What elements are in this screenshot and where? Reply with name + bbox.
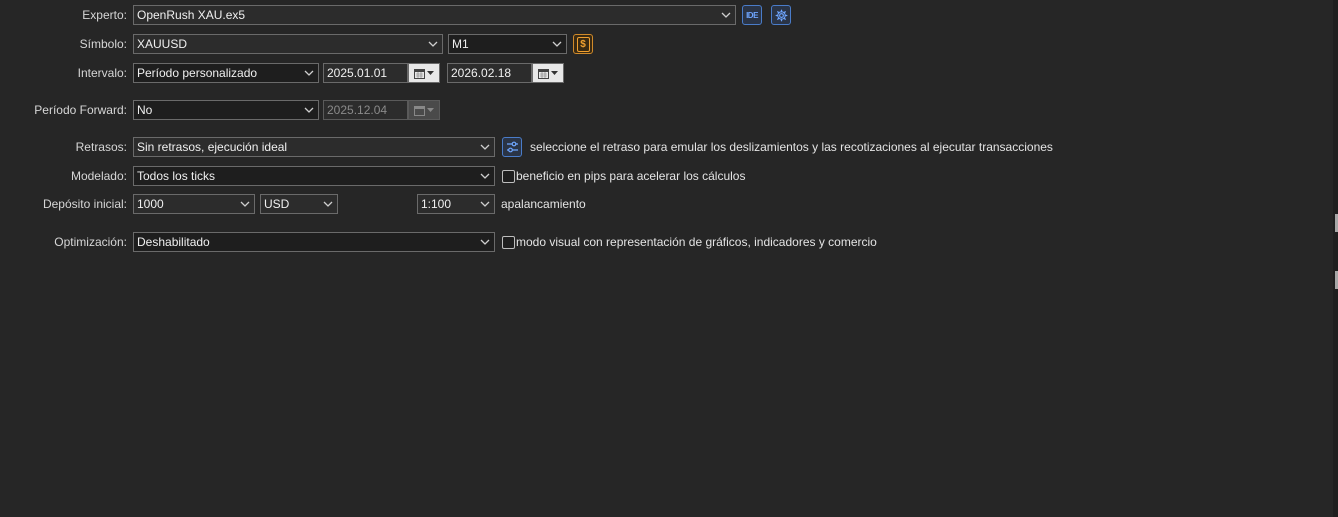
deposit-select[interactable]: 1000 xyxy=(133,194,255,214)
visual-mode-checkbox-label: modo visual con representación de gráfic… xyxy=(516,235,877,249)
symbol-label: Símbolo: xyxy=(79,37,127,51)
forward-date-input: 2025.12.04 xyxy=(323,100,408,120)
interval-to-input[interactable]: 2026.02.18 xyxy=(447,63,532,83)
chevron-down-icon xyxy=(236,195,254,213)
leverage-select[interactable]: 1:100 xyxy=(417,194,495,214)
visual-mode-checkbox[interactable] xyxy=(502,236,515,249)
currency-value: USD xyxy=(264,197,290,211)
modeling-label: Modelado: xyxy=(70,169,127,183)
optimization-label: Optimización: xyxy=(54,235,127,249)
timeframe-select[interactable]: M1 xyxy=(448,34,567,54)
delays-hint: seleccione el retraso para emular los de… xyxy=(530,140,1053,154)
chevron-down-icon xyxy=(717,6,735,24)
delays-label: Retrasos: xyxy=(75,140,127,154)
sliders-icon xyxy=(506,141,518,153)
ide-button[interactable]: IDE xyxy=(742,5,762,25)
coin-icon: $ xyxy=(576,36,590,52)
optimization-select[interactable]: Deshabilitado xyxy=(133,232,495,252)
expert-settings-button[interactable] xyxy=(771,5,791,25)
interval-select[interactable]: Período personalizado xyxy=(133,63,319,83)
delays-value: Sin retrasos, ejecución ideal xyxy=(137,140,288,154)
modeling-select[interactable]: Todos los ticks xyxy=(133,166,495,186)
forward-calendar-button xyxy=(408,100,440,120)
leverage-label: apalancamiento xyxy=(501,197,586,211)
forward-date-value: 2025.12.04 xyxy=(327,103,388,117)
delays-select[interactable]: Sin retrasos, ejecución ideal xyxy=(133,137,495,157)
pips-profit-checkbox[interactable] xyxy=(502,170,515,183)
chevron-down-icon xyxy=(300,64,318,82)
calendar-icon xyxy=(414,105,425,116)
ide-icon: IDE xyxy=(746,10,758,20)
right-panel-edge xyxy=(1333,0,1338,517)
symbol-properties-button[interactable]: $ xyxy=(573,34,593,54)
pips-profit-checkbox-label: beneficio en pips para acelerar los cálc… xyxy=(516,169,746,183)
chevron-down-icon xyxy=(427,108,434,112)
expert-value: OpenRush XAU.ex5 xyxy=(137,8,246,22)
forward-label: Período Forward: xyxy=(34,103,127,117)
currency-select[interactable]: USD xyxy=(260,194,338,214)
interval-from-input[interactable]: 2025.01.01 xyxy=(323,63,408,83)
interval-from-value: 2025.01.01 xyxy=(327,66,388,80)
chevron-down-icon xyxy=(319,195,337,213)
timeframe-value: M1 xyxy=(452,37,469,51)
interval-to-value: 2026.02.18 xyxy=(451,66,512,80)
interval-from-calendar-button[interactable] xyxy=(408,63,440,83)
interval-value: Período personalizado xyxy=(137,66,258,80)
expert-label: Experto: xyxy=(82,8,127,22)
chevron-down-icon xyxy=(476,138,494,156)
calendar-icon xyxy=(414,68,425,79)
gear-icon xyxy=(775,9,787,21)
forward-value: No xyxy=(137,103,153,117)
chevron-down-icon xyxy=(424,35,442,53)
leverage-value: 1:100 xyxy=(421,197,452,211)
forward-select[interactable]: No xyxy=(133,100,319,120)
chevron-down-icon xyxy=(476,167,494,185)
optimization-value: Deshabilitado xyxy=(137,235,210,249)
chevron-down-icon xyxy=(427,71,434,75)
interval-to-calendar-button[interactable] xyxy=(532,63,564,83)
chevron-down-icon xyxy=(551,71,558,75)
chevron-down-icon xyxy=(476,195,494,213)
symbol-select[interactable]: XAUUSD xyxy=(133,34,443,54)
deposit-label: Depósito inicial: xyxy=(42,197,127,211)
chevron-down-icon xyxy=(300,101,318,119)
modeling-value: Todos los ticks xyxy=(137,169,216,183)
delays-settings-button[interactable] xyxy=(502,137,522,157)
chevron-down-icon xyxy=(548,35,566,53)
expert-select[interactable]: OpenRush XAU.ex5 xyxy=(133,5,736,25)
symbol-value: XAUUSD xyxy=(137,37,188,51)
deposit-value: 1000 xyxy=(137,197,164,211)
chevron-down-icon xyxy=(476,233,494,251)
calendar-icon xyxy=(538,68,549,79)
interval-label: Intervalo: xyxy=(77,66,127,80)
